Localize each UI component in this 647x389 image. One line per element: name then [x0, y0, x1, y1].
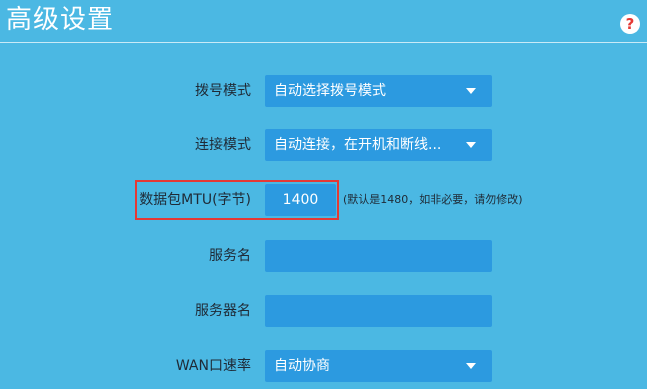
connect-mode-select[interactable]: 自动连接，在开机和断线... [265, 129, 492, 161]
service-name-label: 服务名 [209, 248, 251, 264]
help-icon[interactable]: ? [620, 14, 640, 34]
mtu-hint: (默认是1480，如非必要，请勿修改) [343, 193, 523, 206]
dial-mode-value: 自动选择拨号模式 [274, 83, 386, 99]
chevron-down-icon [466, 363, 476, 369]
mtu-highlight-box [135, 180, 339, 220]
dial-mode-row: 拨号模式 自动选择拨号模式 [0, 75, 647, 107]
dial-mode-select[interactable]: 自动选择拨号模式 [265, 75, 492, 107]
wan-speed-select[interactable]: 自动协商 [265, 350, 492, 382]
service-name-input[interactable] [265, 240, 492, 272]
connect-mode-label: 连接模式 [195, 137, 251, 153]
page-title: 高级设置 [6, 5, 115, 35]
wan-speed-row: WAN口速率 自动协商 [0, 350, 647, 382]
chevron-down-icon [466, 142, 476, 148]
server-name-input[interactable] [265, 295, 492, 327]
connect-mode-row: 连接模式 自动连接，在开机和断线... [0, 129, 647, 161]
server-name-row: 服务器名 [0, 295, 647, 327]
server-name-label: 服务器名 [195, 303, 251, 319]
service-name-row: 服务名 [0, 240, 647, 272]
connect-mode-value: 自动连接，在开机和断线... [274, 137, 442, 153]
wan-speed-label: WAN口速率 [175, 358, 251, 374]
dial-mode-label: 拨号模式 [195, 83, 251, 99]
title-divider [0, 42, 647, 43]
wan-speed-value: 自动协商 [274, 358, 330, 374]
chevron-down-icon [466, 88, 476, 94]
